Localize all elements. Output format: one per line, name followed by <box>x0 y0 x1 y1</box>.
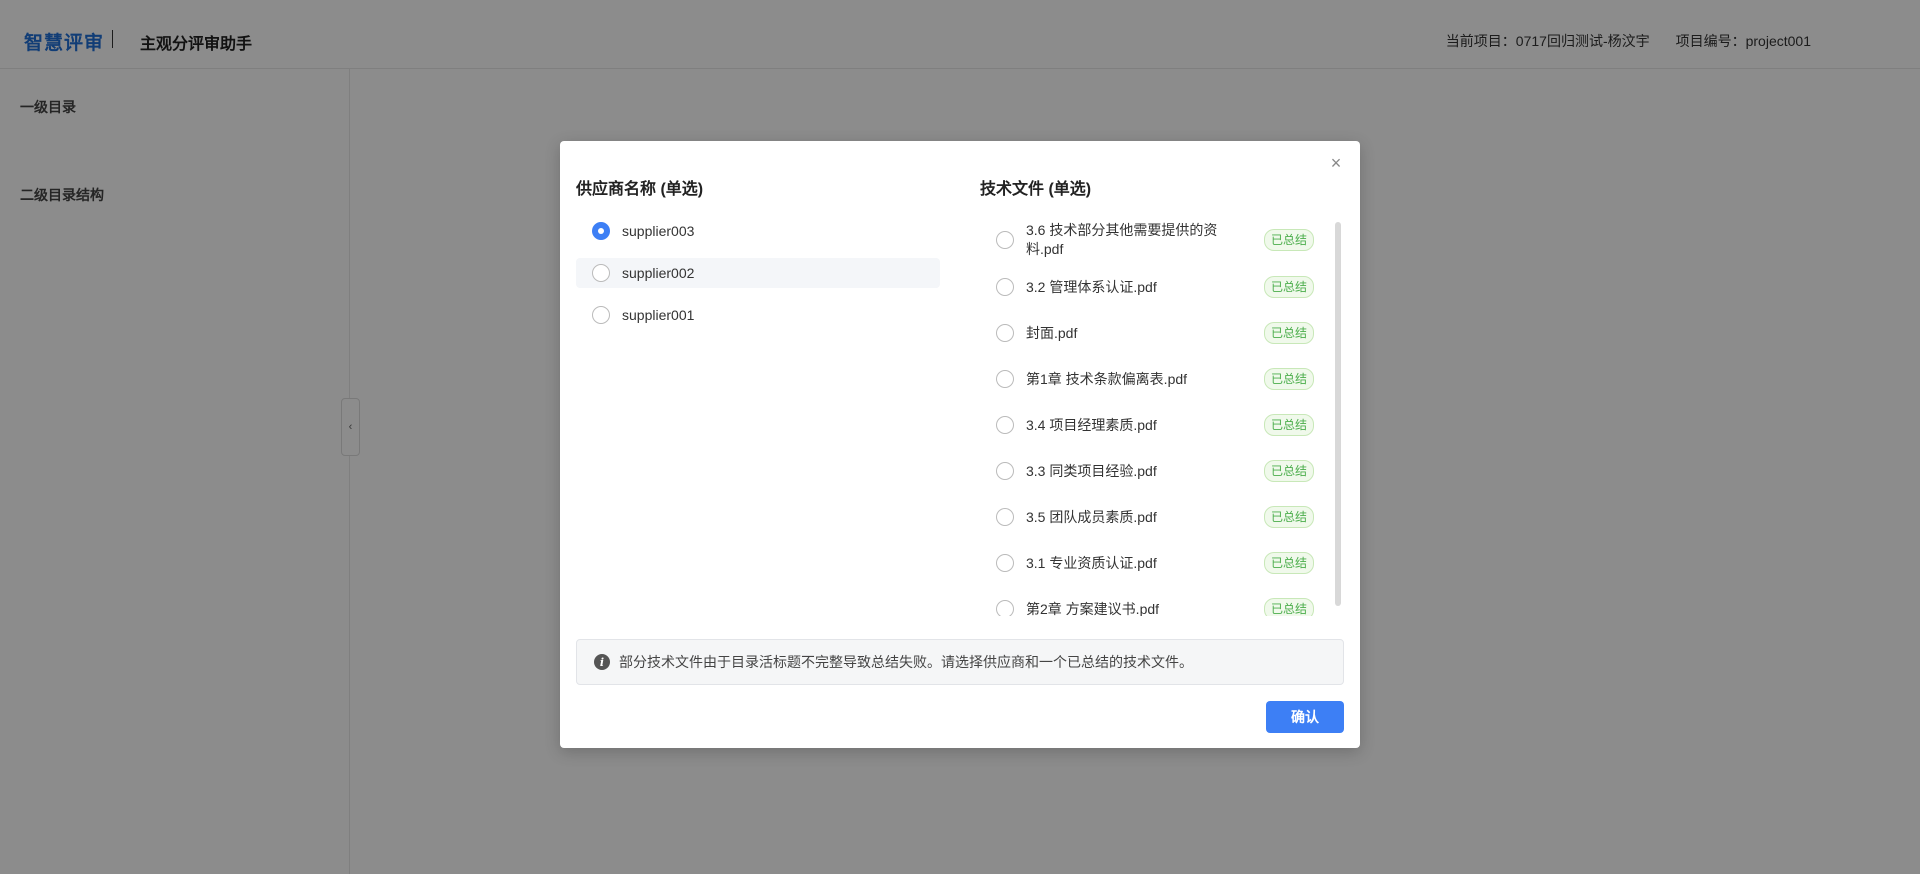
file-name: 3.6 技术部分其他需要提供的资料.pdf <box>1026 222 1218 257</box>
summarized-badge: 已总结 <box>1263 322 1314 344</box>
supplier-section-title: 供应商名称 (单选) <box>576 181 704 198</box>
file-list: 3.6 技术部分其他需要提供的资料.pdf 已总结 3.2 管理体系认证.pdf… <box>980 216 1324 616</box>
supplier-name: supplier003 <box>622 223 695 239</box>
radio-unchecked-icon[interactable] <box>996 416 1014 434</box>
file-name: 3.4 项目经理素质.pdf <box>1026 416 1157 433</box>
radio-unchecked-icon[interactable] <box>996 508 1014 526</box>
file-option[interactable]: 3.4 项目经理素质.pdf 已总结 <box>980 402 1324 448</box>
info-icon: i <box>594 654 610 670</box>
file-name: 第2章 方案建议书.pdf <box>1026 600 1160 617</box>
supplier-option[interactable]: supplier002 <box>576 258 940 288</box>
file-option[interactable]: 3.3 同类项目经验.pdf 已总结 <box>980 448 1324 494</box>
radio-unchecked-icon[interactable] <box>996 370 1014 388</box>
file-section-title: 技术文件 (单选) <box>980 181 1092 198</box>
supplier-list: supplier003 supplier002 supplier001 <box>576 216 940 342</box>
file-name: 封面.pdf <box>1026 324 1078 341</box>
file-option[interactable]: 第2章 方案建议书.pdf 已总结 <box>980 586 1324 616</box>
radio-unchecked-icon[interactable] <box>592 264 610 282</box>
radio-unchecked-icon[interactable] <box>996 278 1014 296</box>
summarized-badge: 已总结 <box>1263 414 1314 436</box>
close-icon[interactable]: × <box>1326 153 1346 173</box>
supplier-option[interactable]: supplier003 <box>576 216 940 246</box>
file-name: 第1章 技术条款偏离表.pdf <box>1026 370 1188 387</box>
file-list-scroll[interactable]: 3.6 技术部分其他需要提供的资料.pdf 已总结 3.2 管理体系认证.pdf… <box>980 216 1344 616</box>
file-option[interactable]: 3.1 专业资质认证.pdf 已总结 <box>980 540 1324 586</box>
file-option[interactable]: 第1章 技术条款偏离表.pdf 已总结 <box>980 356 1324 402</box>
file-list-scrollbar[interactable] <box>1335 222 1341 606</box>
bottom-strip <box>0 874 1920 883</box>
radio-unchecked-icon[interactable] <box>592 306 610 324</box>
file-name: 3.5 团队成员素质.pdf <box>1026 508 1157 525</box>
summarized-badge: 已总结 <box>1263 506 1314 528</box>
summarized-badge: 已总结 <box>1263 276 1314 298</box>
file-option[interactable]: 3.2 管理体系认证.pdf 已总结 <box>980 264 1324 310</box>
file-name: 3.3 同类项目经验.pdf <box>1026 462 1157 479</box>
radio-checked-icon[interactable] <box>592 222 610 240</box>
notice-text: 部分技术文件由于目录活标题不完整导致总结失败。请选择供应商和一个已总结的技术文件… <box>619 654 1193 670</box>
radio-unchecked-icon[interactable] <box>996 600 1014 616</box>
file-option[interactable]: 封面.pdf 已总结 <box>980 310 1324 356</box>
file-option[interactable]: 3.6 技术部分其他需要提供的资料.pdf 已总结 <box>980 216 1324 264</box>
supplier-name: supplier001 <box>622 307 695 323</box>
file-name: 3.2 管理体系认证.pdf <box>1026 278 1157 295</box>
summarized-badge: 已总结 <box>1263 229 1314 251</box>
radio-unchecked-icon[interactable] <box>996 554 1014 572</box>
radio-unchecked-icon[interactable] <box>996 462 1014 480</box>
radio-unchecked-icon[interactable] <box>996 324 1014 342</box>
summarized-badge: 已总结 <box>1263 598 1314 616</box>
supplier-option[interactable]: supplier001 <box>576 300 940 330</box>
supplier-name: supplier002 <box>622 265 695 281</box>
summarized-badge: 已总结 <box>1263 368 1314 390</box>
select-file-dialog: × 供应商名称 (单选) supplier003 supplier002 sup… <box>560 141 1360 748</box>
info-notice: i 部分技术文件由于目录活标题不完整导致总结失败。请选择供应商和一个已总结的技术… <box>576 639 1344 685</box>
file-name: 3.1 专业资质认证.pdf <box>1026 554 1157 571</box>
confirm-button[interactable]: 确认 <box>1266 701 1344 733</box>
summarized-badge: 已总结 <box>1263 460 1314 482</box>
summarized-badge: 已总结 <box>1263 552 1314 574</box>
file-option[interactable]: 3.5 团队成员素质.pdf 已总结 <box>980 494 1324 540</box>
radio-unchecked-icon[interactable] <box>996 231 1014 249</box>
